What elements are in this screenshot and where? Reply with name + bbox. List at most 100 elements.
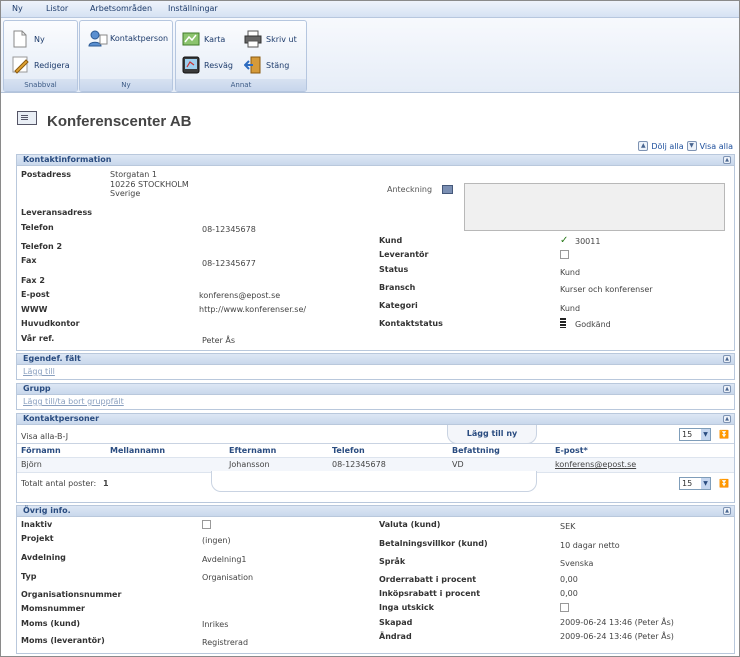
menu-ny[interactable]: Ny [12, 4, 23, 13]
export-down-icon[interactable]: ⏬ [719, 430, 729, 439]
section-custom-fields: Egendef. fält ▲ Lägg till [16, 353, 735, 380]
section-header-other-info[interactable]: Övrig info. ▲ [17, 506, 734, 517]
map-button[interactable]: Karta [182, 30, 225, 48]
label-postal: Postadress [21, 170, 71, 179]
created-value: 2009-06-24 13:46 (Peter Ås) [560, 618, 674, 627]
dropdown-arrow-icon: ▼ [701, 478, 710, 489]
language-value: Svenska [560, 559, 594, 568]
dropdown-arrow-icon: ▼ [701, 429, 710, 440]
label-hq: Huvudkontor [21, 319, 80, 328]
collapse-icon[interactable]: ▲ [723, 507, 731, 515]
project-value: (ingen) [202, 536, 231, 545]
postal-line2: 10226 STOCKHOLM [110, 180, 189, 189]
label-inactive: Inaktiv [21, 520, 53, 529]
label-vat-customer: Moms (kund) [21, 619, 81, 628]
ribbon-group-ny: Kontaktperson Ny [79, 20, 173, 92]
map-label: Karta [204, 34, 226, 44]
contact-person-icon [88, 29, 108, 47]
menu-arbetsomraden[interactable]: Arbetsområden [90, 4, 152, 13]
collapse-all-icon[interactable]: ▲ [638, 141, 649, 151]
label-purchase-discount: Inköpsrabatt i procent [379, 589, 481, 598]
section-header-group[interactable]: Grupp ▲ [17, 384, 734, 395]
print-button[interactable]: Skriv ut [244, 30, 297, 48]
vat-customer-value: Inrikes [202, 620, 229, 629]
col-middlename[interactable]: Mellannamn [110, 446, 165, 455]
collapse-icon[interactable]: ▲ [723, 355, 731, 363]
currency-value: SEK [560, 522, 576, 531]
section-group: Grupp ▲ Lägg till/ta bort gruppfält [16, 383, 735, 410]
www-link[interactable]: http://www.konferenser.se/ [199, 305, 306, 314]
hide-all-link[interactable]: Dölj alla [651, 142, 683, 151]
postal-line3: Sverige [110, 189, 141, 198]
section-contact-persons: Kontaktpersoner ▲ Visa alla-B-J Lägg til… [16, 413, 735, 503]
section-other-info: Övrig info. ▲ Inaktiv Projekt (ingen) Av… [16, 505, 735, 654]
new-button[interactable]: Ny [12, 30, 45, 48]
collapse-icon[interactable]: ▲ [723, 385, 731, 393]
section-header-contact-info[interactable]: Kontaktinformation ▲ [17, 155, 734, 166]
label-supplier: Leverantör [379, 250, 429, 259]
page-size-select-bottom[interactable]: 15 ▼ [679, 477, 711, 490]
page-size-value: 15 [682, 479, 693, 488]
cell-lastname[interactable]: Johansson [229, 460, 270, 469]
col-email[interactable]: E-post* [555, 446, 588, 455]
email-link[interactable]: konferens@epost.se [199, 291, 280, 300]
footer-tab [211, 471, 537, 492]
section-header-custom-fields[interactable]: Egendef. fält ▲ [17, 354, 734, 365]
note-textarea[interactable] [464, 183, 725, 231]
col-title[interactable]: Befattning [452, 446, 500, 455]
ribbon-group-annat: Karta Skriv ut Resväg Stäng Annat [175, 20, 307, 92]
group-label-ny: Ny [80, 79, 172, 91]
type-value: Organisation [202, 573, 254, 582]
col-firstname[interactable]: Förnamn [21, 446, 61, 455]
group-label-annat: Annat [176, 79, 306, 91]
add-custom-field-link[interactable]: Lägg till [23, 367, 55, 376]
new-document-icon [12, 30, 30, 48]
close-button[interactable]: Stäng [243, 56, 289, 74]
cell-email[interactable]: konferens@epost.se [555, 460, 636, 469]
alphabet-filter[interactable]: Visa alla-B-J [21, 432, 68, 441]
label-category: Kategori [379, 301, 418, 310]
section-contact-info: Kontaktinformation ▲ Postadress Storgata… [16, 154, 735, 351]
label-language: Språk [379, 557, 406, 566]
ref-value: Peter Ås [202, 336, 235, 345]
page-size-select-top[interactable]: 15 ▼ [679, 428, 711, 441]
collapse-icon[interactable]: ▲ [723, 415, 731, 423]
export-down-icon[interactable]: ⏬ [719, 479, 729, 488]
route-button[interactable]: Resväg [182, 56, 233, 74]
exit-door-icon [243, 56, 262, 74]
cell-firstname[interactable]: Björn [21, 460, 42, 469]
menu-installningar[interactable]: Inställningar [168, 4, 218, 13]
vat-supplier-value: Registrerad [202, 638, 249, 647]
col-phone[interactable]: Telefon [332, 446, 365, 455]
label-note: Anteckning [387, 185, 433, 194]
label-email: E-post [21, 290, 50, 299]
expand-all-icon[interactable]: ▼ [686, 141, 697, 151]
label-terms: Betalningsvillkor (kund) [379, 539, 488, 548]
supplier-checkbox [560, 250, 569, 259]
section-title: Egendef. fält [23, 354, 81, 363]
route-icon [182, 56, 200, 74]
section-header-contact-persons[interactable]: Kontaktpersoner ▲ [17, 414, 734, 425]
inactive-checkbox [202, 520, 211, 529]
col-lastname[interactable]: Efternamn [229, 446, 276, 455]
ribbon-group-snabbval: Ny Redigera Snabbval [3, 20, 78, 92]
phone-value: 08-12345678 [202, 225, 256, 234]
add-new-contact-button[interactable]: Lägg till ny [447, 425, 537, 444]
collapse-icon[interactable]: ▲ [723, 156, 731, 164]
note-edit-icon[interactable] [442, 185, 453, 194]
add-remove-group-link[interactable]: Lägg till/ta bort gruppfält [23, 397, 124, 406]
label-phone: Telefon [21, 223, 54, 232]
cell-phone: 08-12345678 [332, 460, 386, 469]
edit-button[interactable]: Redigera [12, 56, 70, 74]
show-all-link[interactable]: Visa alla [700, 142, 733, 151]
label-delivery: Leveransadress [21, 208, 92, 217]
section-title: Grupp [23, 384, 51, 393]
new-contact-button[interactable]: Kontaktperson [88, 29, 168, 47]
total-label: Totalt antal poster: [21, 479, 97, 488]
new-label: Ny [34, 34, 45, 44]
menu-listor[interactable]: Listor [46, 4, 68, 13]
no-mailings-checkbox [560, 603, 569, 612]
section-title: Kontaktinformation [23, 155, 112, 164]
fax-value: 08-12345677 [202, 259, 256, 268]
page-size-value: 15 [682, 430, 693, 439]
